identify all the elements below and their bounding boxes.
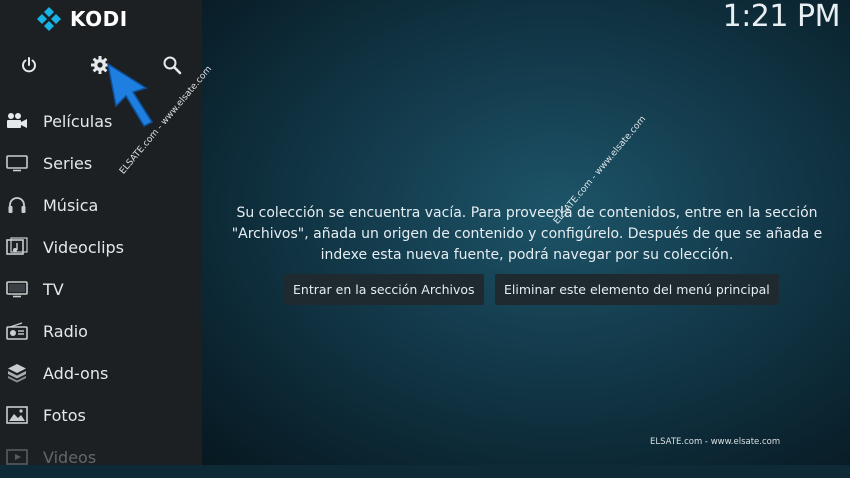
empty-library-message: Su colección se encuentra vacía. Para pr… <box>212 203 842 266</box>
radio-icon <box>5 320 29 342</box>
power-icon[interactable] <box>17 53 41 77</box>
app-name: KODI <box>70 7 128 31</box>
menu-label: Videos <box>43 447 97 467</box>
menu-item-tv[interactable]: TV <box>0 268 202 310</box>
menu-label: TV <box>43 279 64 299</box>
menu-label: Videoclips <box>43 237 125 257</box>
clock: 1:21 PM <box>722 0 841 34</box>
menu-label: Series <box>43 153 93 173</box>
menu-item-musica[interactable]: Música <box>0 184 202 226</box>
enter-files-button[interactable]: Entrar en la sección Archivos <box>284 274 484 305</box>
menu-item-addons[interactable]: Add-ons <box>0 352 202 394</box>
menu-item-videos[interactable]: Videos <box>0 436 202 478</box>
message-line: "Archivos", añada un origen de contenido… <box>231 226 823 242</box>
main-menu: Películas Series Música Videoclips TV Ra… <box>0 100 202 478</box>
remove-menu-item-button[interactable]: Eliminar este elemento del menú principa… <box>495 274 779 305</box>
addons-box-icon <box>5 362 29 384</box>
tv-icon <box>5 278 29 300</box>
picture-icon <box>5 404 29 426</box>
menu-label: Fotos <box>43 405 86 425</box>
menu-label: Música <box>43 195 99 215</box>
music-video-icon <box>5 236 29 258</box>
top-icon-bar <box>0 53 202 77</box>
message-line: indexe esta nueva fuente, podrá navegar … <box>320 247 734 263</box>
tv-screen-icon <box>5 152 29 174</box>
message-line: Su colección se encuentra vacía. Para pr… <box>236 205 818 221</box>
watermark: ELSATE.com - www.elsate.com <box>650 437 781 447</box>
sidebar: KODI Películas Series Música Videoclips … <box>0 0 202 467</box>
kodi-logo: KODI <box>36 6 128 32</box>
headphones-icon <box>5 194 29 216</box>
menu-label: Radio <box>43 321 88 341</box>
menu-item-series[interactable]: Series <box>0 142 202 184</box>
pointer-arrow-icon <box>106 62 156 132</box>
search-icon[interactable] <box>160 53 184 77</box>
kodi-logo-icon <box>37 7 61 31</box>
menu-label: Add-ons <box>43 363 109 383</box>
menu-item-fotos[interactable]: Fotos <box>0 394 202 436</box>
menu-item-videoclips[interactable]: Videoclips <box>0 226 202 268</box>
movie-camera-icon <box>5 110 29 132</box>
menu-label: Películas <box>43 111 113 131</box>
menu-item-radio[interactable]: Radio <box>0 310 202 352</box>
